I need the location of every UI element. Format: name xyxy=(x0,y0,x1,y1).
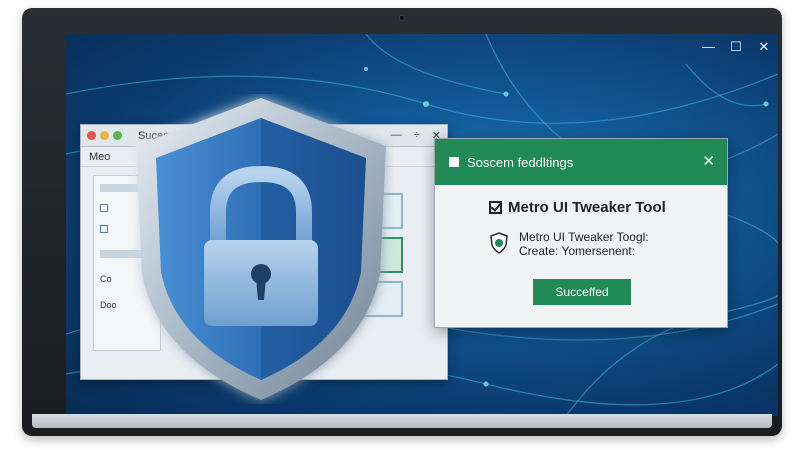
info-line-1: Metro UI Tweaker Toogl: xyxy=(519,230,649,244)
webcam xyxy=(399,15,405,21)
resize-icon[interactable]: ÷ xyxy=(414,129,420,142)
dialog-info-row: Metro UI Tweaker Toogl: Create: Yomersen… xyxy=(489,230,727,258)
shield-icon xyxy=(136,98,386,400)
checkbox-icon[interactable] xyxy=(489,201,502,214)
window-icon xyxy=(449,157,459,167)
zoom-dot-icon[interactable] xyxy=(113,131,122,140)
desktop-screen: — ☐ ✕ Sucem — ÷ ✕ Meo Co Doo Soscem fedd… xyxy=(66,34,778,416)
security-shield xyxy=(128,94,394,404)
success-button[interactable]: Succeffed xyxy=(533,279,631,305)
dialog-heading-row: Metro UI Tweaker Tool xyxy=(489,199,727,216)
monitor-chin xyxy=(32,414,772,428)
maximize-icon[interactable]: ☐ xyxy=(730,40,742,54)
dialog-heading: Metro UI Tweaker Tool xyxy=(508,199,666,216)
screen-window-controls: — ☐ ✕ xyxy=(702,40,770,54)
dialog-info-text: Metro UI Tweaker Toogl: Create: Yomersen… xyxy=(519,230,649,258)
close-icon[interactable]: ✕ xyxy=(702,152,715,170)
checkbox-icon[interactable] xyxy=(100,225,108,233)
dialog-titlebar: Soscem feddltings ✕ xyxy=(435,139,727,185)
dialog-title: Soscem feddltings xyxy=(467,154,574,170)
shield-icon xyxy=(490,232,508,254)
close-dot-icon[interactable] xyxy=(87,131,96,140)
info-line-2: Create: Yomersenent: xyxy=(519,244,636,258)
tweaker-dialog: Soscem feddltings ✕ Metro UI Tweaker Too… xyxy=(434,138,728,328)
minimize-icon[interactable]: — xyxy=(702,40,715,54)
dialog-body: Metro UI Tweaker Tool Metro UI Tweaker T… xyxy=(435,185,727,258)
checkbox-icon[interactable] xyxy=(100,204,108,212)
close-icon[interactable]: ✕ xyxy=(758,40,770,54)
monitor-frame: — ☐ ✕ Sucem — ÷ ✕ Meo Co Doo Soscem fedd… xyxy=(22,8,782,436)
minimize-dot-icon[interactable] xyxy=(100,131,109,140)
